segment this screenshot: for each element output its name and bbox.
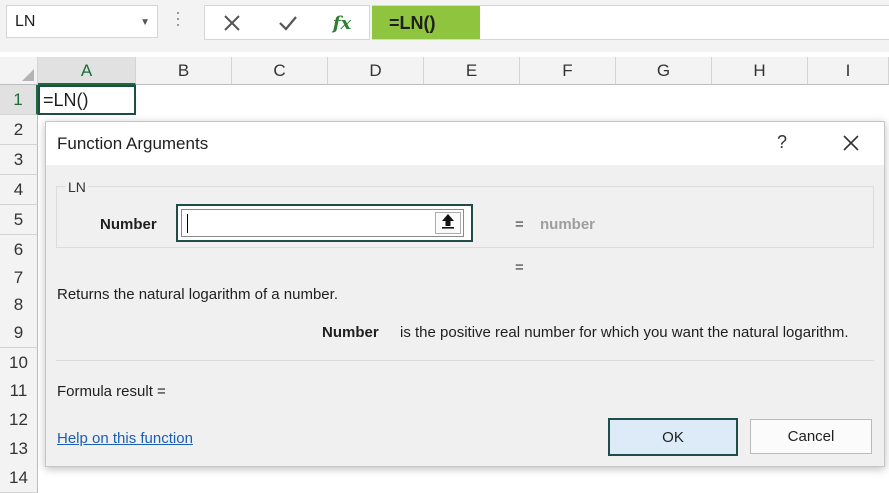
insert-function-icon[interactable]: fx	[329, 11, 355, 35]
select-all-corner[interactable]	[0, 57, 38, 85]
drag-handle-icon[interactable]	[176, 12, 180, 32]
row-header-12[interactable]: 12	[0, 405, 38, 435]
chevron-down-icon[interactable]: ▼	[140, 17, 150, 28]
divider	[56, 360, 874, 361]
ok-button[interactable]: OK	[608, 418, 738, 456]
row-header-3[interactable]: 3	[0, 145, 38, 175]
column-header-d[interactable]: D	[328, 57, 424, 85]
argument-result: number	[540, 216, 596, 233]
enter-check-icon[interactable]	[275, 11, 301, 35]
formula-bar-area: LN ▼ fx =LN()	[0, 0, 889, 52]
row-header-7[interactable]: 7	[0, 263, 38, 293]
cancel-button[interactable]: Cancel	[750, 419, 872, 454]
row-header-6[interactable]: 6	[0, 235, 38, 265]
row-header-11[interactable]: 11	[0, 376, 38, 406]
dialog-titlebar[interactable]: Function Arguments ?	[46, 122, 884, 165]
argument-equals: =	[515, 216, 524, 233]
dialog-title: Function Arguments	[57, 134, 209, 153]
formula-input[interactable]: =LN()	[372, 5, 889, 40]
column-header-e[interactable]: E	[424, 57, 520, 85]
row-header-10[interactable]: 10	[0, 348, 38, 378]
argument-input-focus	[176, 204, 473, 242]
close-icon[interactable]	[839, 131, 863, 155]
formula-result-label: Formula result =	[57, 383, 166, 400]
row-header-13[interactable]: 13	[0, 434, 38, 464]
column-header-a[interactable]: A	[38, 57, 136, 85]
name-box-value: LN	[15, 13, 36, 30]
collapse-dialog-button[interactable]	[435, 212, 461, 234]
column-header-h[interactable]: H	[712, 57, 808, 85]
help-on-function-link[interactable]: Help on this function	[57, 430, 193, 447]
function-name-label: LN	[66, 179, 88, 195]
row-header-9[interactable]: 9	[0, 318, 38, 348]
cell-a1-value: =LN()	[43, 90, 89, 110]
help-icon[interactable]: ?	[772, 132, 792, 153]
column-header-b[interactable]: B	[136, 57, 232, 85]
row-header-8[interactable]: 8	[0, 290, 38, 320]
function-equals: =	[515, 259, 524, 276]
formula-bar-buttons: fx	[204, 5, 370, 40]
row-header-14[interactable]: 14	[0, 463, 38, 493]
cancel-icon[interactable]	[219, 11, 245, 35]
row-header-2[interactable]: 2	[0, 115, 38, 145]
column-header-c[interactable]: C	[232, 57, 328, 85]
row-header-5[interactable]: 5	[0, 205, 38, 235]
row-header-4[interactable]: 4	[0, 175, 38, 205]
number-argument-input[interactable]	[181, 209, 464, 237]
column-header-f[interactable]: F	[520, 57, 616, 85]
cell-a1[interactable]: =LN()	[38, 85, 136, 115]
arrow-up-icon	[441, 213, 455, 234]
parameter-description: is the positive real number for which yo…	[400, 324, 849, 341]
column-header-i[interactable]: I	[808, 57, 889, 85]
formula-text: =LN()	[389, 13, 436, 33]
row-header-1[interactable]: 1	[0, 85, 38, 115]
function-arguments-dialog: Function Arguments ? LN Number = number …	[45, 121, 885, 467]
parameter-name: Number	[322, 324, 379, 341]
column-header-g[interactable]: G	[616, 57, 712, 85]
argument-label: Number	[100, 216, 157, 233]
text-caret	[187, 214, 188, 233]
name-box[interactable]: LN ▼	[6, 5, 158, 38]
function-description: Returns the natural logarithm of a numbe…	[57, 286, 338, 303]
